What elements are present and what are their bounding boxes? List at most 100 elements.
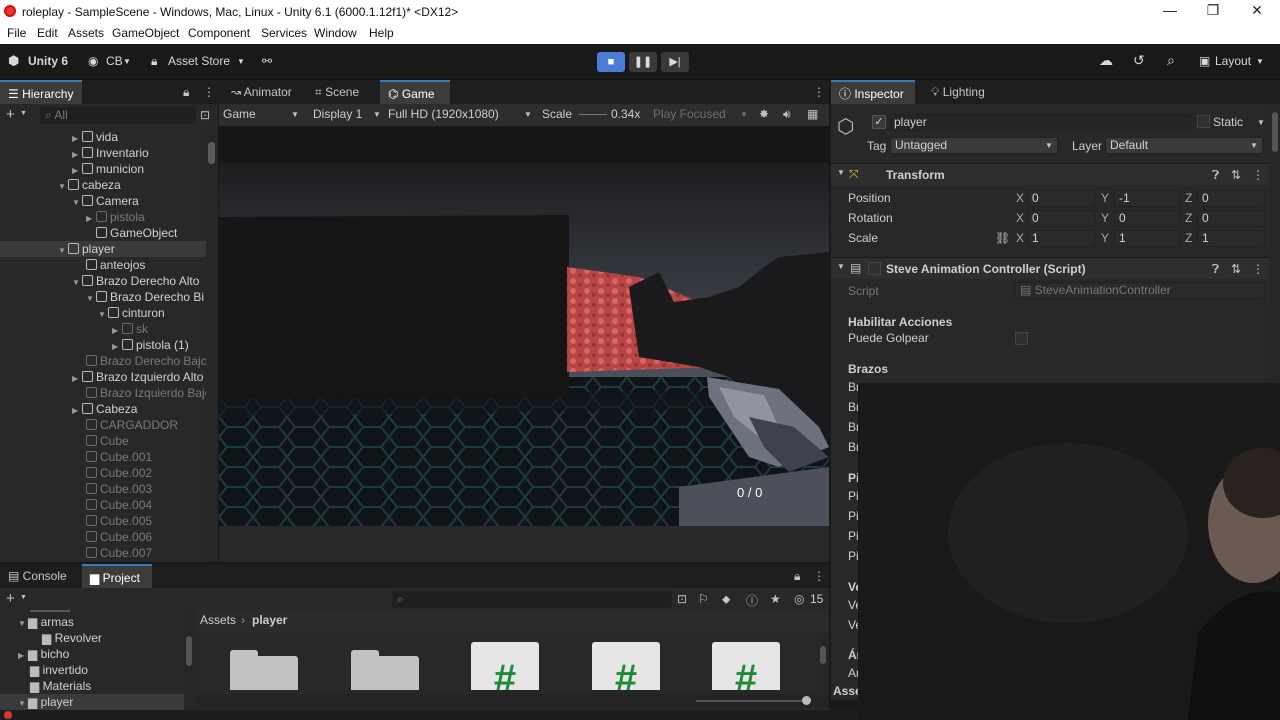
scale-y-field[interactable]: 1 <box>1114 230 1180 247</box>
tree-item[interactable]: ▼ ▆ armas <box>18 614 74 630</box>
list-item[interactable]: ▼ Brazo Derecho Alto <box>72 273 199 289</box>
list-item[interactable]: ▼ cinturon <box>98 305 165 321</box>
more-options-icon[interactable]: ⋮ <box>813 85 825 99</box>
tab-inspector[interactable]: ⓘ Inspector <box>831 80 915 104</box>
list-item[interactable]: ▶ sk <box>112 321 148 337</box>
audio-icon[interactable]: 🔊︎ <box>783 107 791 122</box>
rotation-x-field[interactable]: 0 <box>1027 210 1095 227</box>
add-icon[interactable]: + <box>6 106 15 123</box>
script-component-header[interactable]: ▼ ▤ Steve Animation Controller (Script) … <box>831 257 1269 279</box>
tab-scene[interactable]: ⌗ Scene <box>307 80 367 104</box>
folder-asset-icon[interactable] <box>230 650 298 690</box>
lock-icon[interactable]: 🔒︎ <box>794 569 800 584</box>
position-z-field[interactable]: 0 <box>1197 190 1265 207</box>
resolution-dropdown[interactable]: Full HD (1920x1080) <box>388 107 499 121</box>
menu-services[interactable]: Services <box>261 26 307 40</box>
game-mode-dropdown[interactable]: Game <box>223 107 256 121</box>
menu-gameobject[interactable]: GameObject <box>112 26 179 40</box>
list-item[interactable]: Cube <box>86 433 129 449</box>
folder-tree-scrollbar[interactable] <box>184 610 194 710</box>
search-by-type-icon[interactable]: ⊡ <box>677 592 687 606</box>
tab-hierarchy[interactable]: ☰ Hierarchy <box>0 80 82 104</box>
tab-project[interactable]: ▆ Project <box>82 564 152 588</box>
lock-icon[interactable]: 🔒︎ <box>183 85 189 100</box>
object-name-field[interactable]: player <box>889 114 1191 131</box>
rotation-z-field[interactable]: 0 <box>1197 210 1265 227</box>
tab-animator[interactable]: ↝ Animator <box>223 80 300 104</box>
preset-icon[interactable]: ⇅ <box>1231 262 1241 276</box>
minimize-button[interactable]: — <box>1160 2 1180 18</box>
menu-edit[interactable]: Edit <box>37 26 58 40</box>
asset-grid-scrollbar[interactable] <box>818 632 828 692</box>
script-asset-icon[interactable]: # <box>592 642 660 690</box>
close-button[interactable]: ✕ <box>1247 2 1267 19</box>
scale-slider[interactable] <box>579 114 607 115</box>
zoom-slider[interactable] <box>696 700 806 702</box>
list-item[interactable]: ▼ cabeza <box>58 177 121 193</box>
tab-lighting[interactable]: 💡︎ Lighting <box>923 80 993 104</box>
account-button[interactable]: CB <box>106 54 123 68</box>
list-item[interactable]: ▼ Camera <box>72 193 139 209</box>
history-icon[interactable]: ↺ <box>1133 52 1145 69</box>
component-enabled-checkbox[interactable] <box>868 262 881 275</box>
list-item[interactable]: Brazo Izquierdo Bajo <box>86 385 206 401</box>
more-options-icon[interactable]: ⋮ <box>1252 262 1264 276</box>
tab-console[interactable]: ▤ Console <box>0 564 75 588</box>
stats-icon[interactable]: ▦ <box>807 107 818 121</box>
active-checkbox[interactable]: ✓ <box>872 115 886 129</box>
script-asset-icon[interactable]: # <box>712 642 780 690</box>
list-item[interactable]: ▶ Inventario <box>72 145 149 161</box>
tree-item-selected[interactable]: ▼ ▆ player <box>0 694 185 710</box>
link-icon[interactable]: ⛓ <box>995 231 1010 245</box>
project-search-input[interactable]: ⌕ <box>392 591 672 608</box>
play-focused-dropdown[interactable]: Play Focused <box>653 107 726 121</box>
scrollbar-thumb[interactable] <box>1272 112 1278 152</box>
transform-header[interactable]: ▼ ⤧ Transform ❓︎ ⇅ ⋮ <box>831 163 1269 185</box>
help-icon[interactable]: ❓︎ <box>1212 262 1219 277</box>
list-item[interactable]: ▶ pistola <box>86 209 145 225</box>
list-item[interactable]: ▶ Cabeza <box>72 401 137 417</box>
tree-item[interactable]: ▆ invertido <box>30 662 88 678</box>
preset-icon[interactable]: ⇅ <box>1231 168 1241 182</box>
scene-filter-icon[interactable]: ⊡ <box>200 108 210 122</box>
more-options-icon[interactable]: ⋮ <box>1252 168 1264 182</box>
more-options-icon[interactable]: ⋮ <box>203 85 215 99</box>
maximize-button[interactable]: ❐ <box>1203 2 1223 19</box>
list-item[interactable]: Cube.003 <box>86 481 152 497</box>
layer-dropdown[interactable]: Default <box>1105 137 1263 154</box>
tab-game[interactable]: ⌬ Game <box>380 80 450 104</box>
add-icon[interactable]: + <box>6 590 15 607</box>
list-item[interactable]: ▶ municion <box>72 161 144 177</box>
menu-window[interactable]: Window <box>314 26 357 40</box>
bug-icon[interactable]: ✸ <box>759 107 769 121</box>
list-item[interactable]: Cube.006 <box>86 529 152 545</box>
hierarchy-search-input[interactable]: ⌕ All <box>40 107 196 124</box>
list-item-selected[interactable]: ▼ player <box>0 241 206 257</box>
list-item[interactable]: Cube.007 <box>86 545 152 561</box>
menu-assets[interactable]: Assets <box>68 26 104 40</box>
error-icon[interactable] <box>4 711 12 719</box>
list-item[interactable]: Cube.004 <box>86 497 152 513</box>
filter-icon[interactable]: ⚐ <box>698 592 709 606</box>
menu-file[interactable]: File <box>7 26 26 40</box>
list-item[interactable]: ▶ vida <box>72 129 118 145</box>
list-item[interactable]: anteojos <box>86 257 145 273</box>
game-viewport[interactable]: 0 / 0 <box>219 127 829 526</box>
list-item[interactable]: Cube.005 <box>86 513 152 529</box>
pause-button[interactable]: ❚❚ <box>629 52 657 72</box>
info-icon[interactable]: ⓘ <box>746 592 758 609</box>
list-item[interactable]: ▼ Brazo Derecho Bi <box>86 289 204 305</box>
cloud-icon[interactable]: ☁ <box>1099 52 1113 69</box>
list-item[interactable]: Cube.001 <box>86 449 152 465</box>
display-dropdown[interactable]: Display 1 <box>313 107 362 121</box>
scale-x-field[interactable]: 1 <box>1027 230 1095 247</box>
asset-store-button[interactable]: Asset Store <box>168 54 230 68</box>
label-icon[interactable]: ⬥ <box>722 592 730 607</box>
list-item[interactable]: GameObject <box>96 225 177 241</box>
more-options-icon[interactable]: ⋮ <box>813 569 825 583</box>
puede-golpear-checkbox[interactable] <box>1015 332 1028 345</box>
breadcrumb-player[interactable]: player <box>252 613 287 627</box>
tree-item[interactable]: ▆ Revolver <box>42 630 102 646</box>
position-x-field[interactable]: 0 <box>1027 190 1095 207</box>
layout-dropdown[interactable]: Layout <box>1215 54 1251 68</box>
